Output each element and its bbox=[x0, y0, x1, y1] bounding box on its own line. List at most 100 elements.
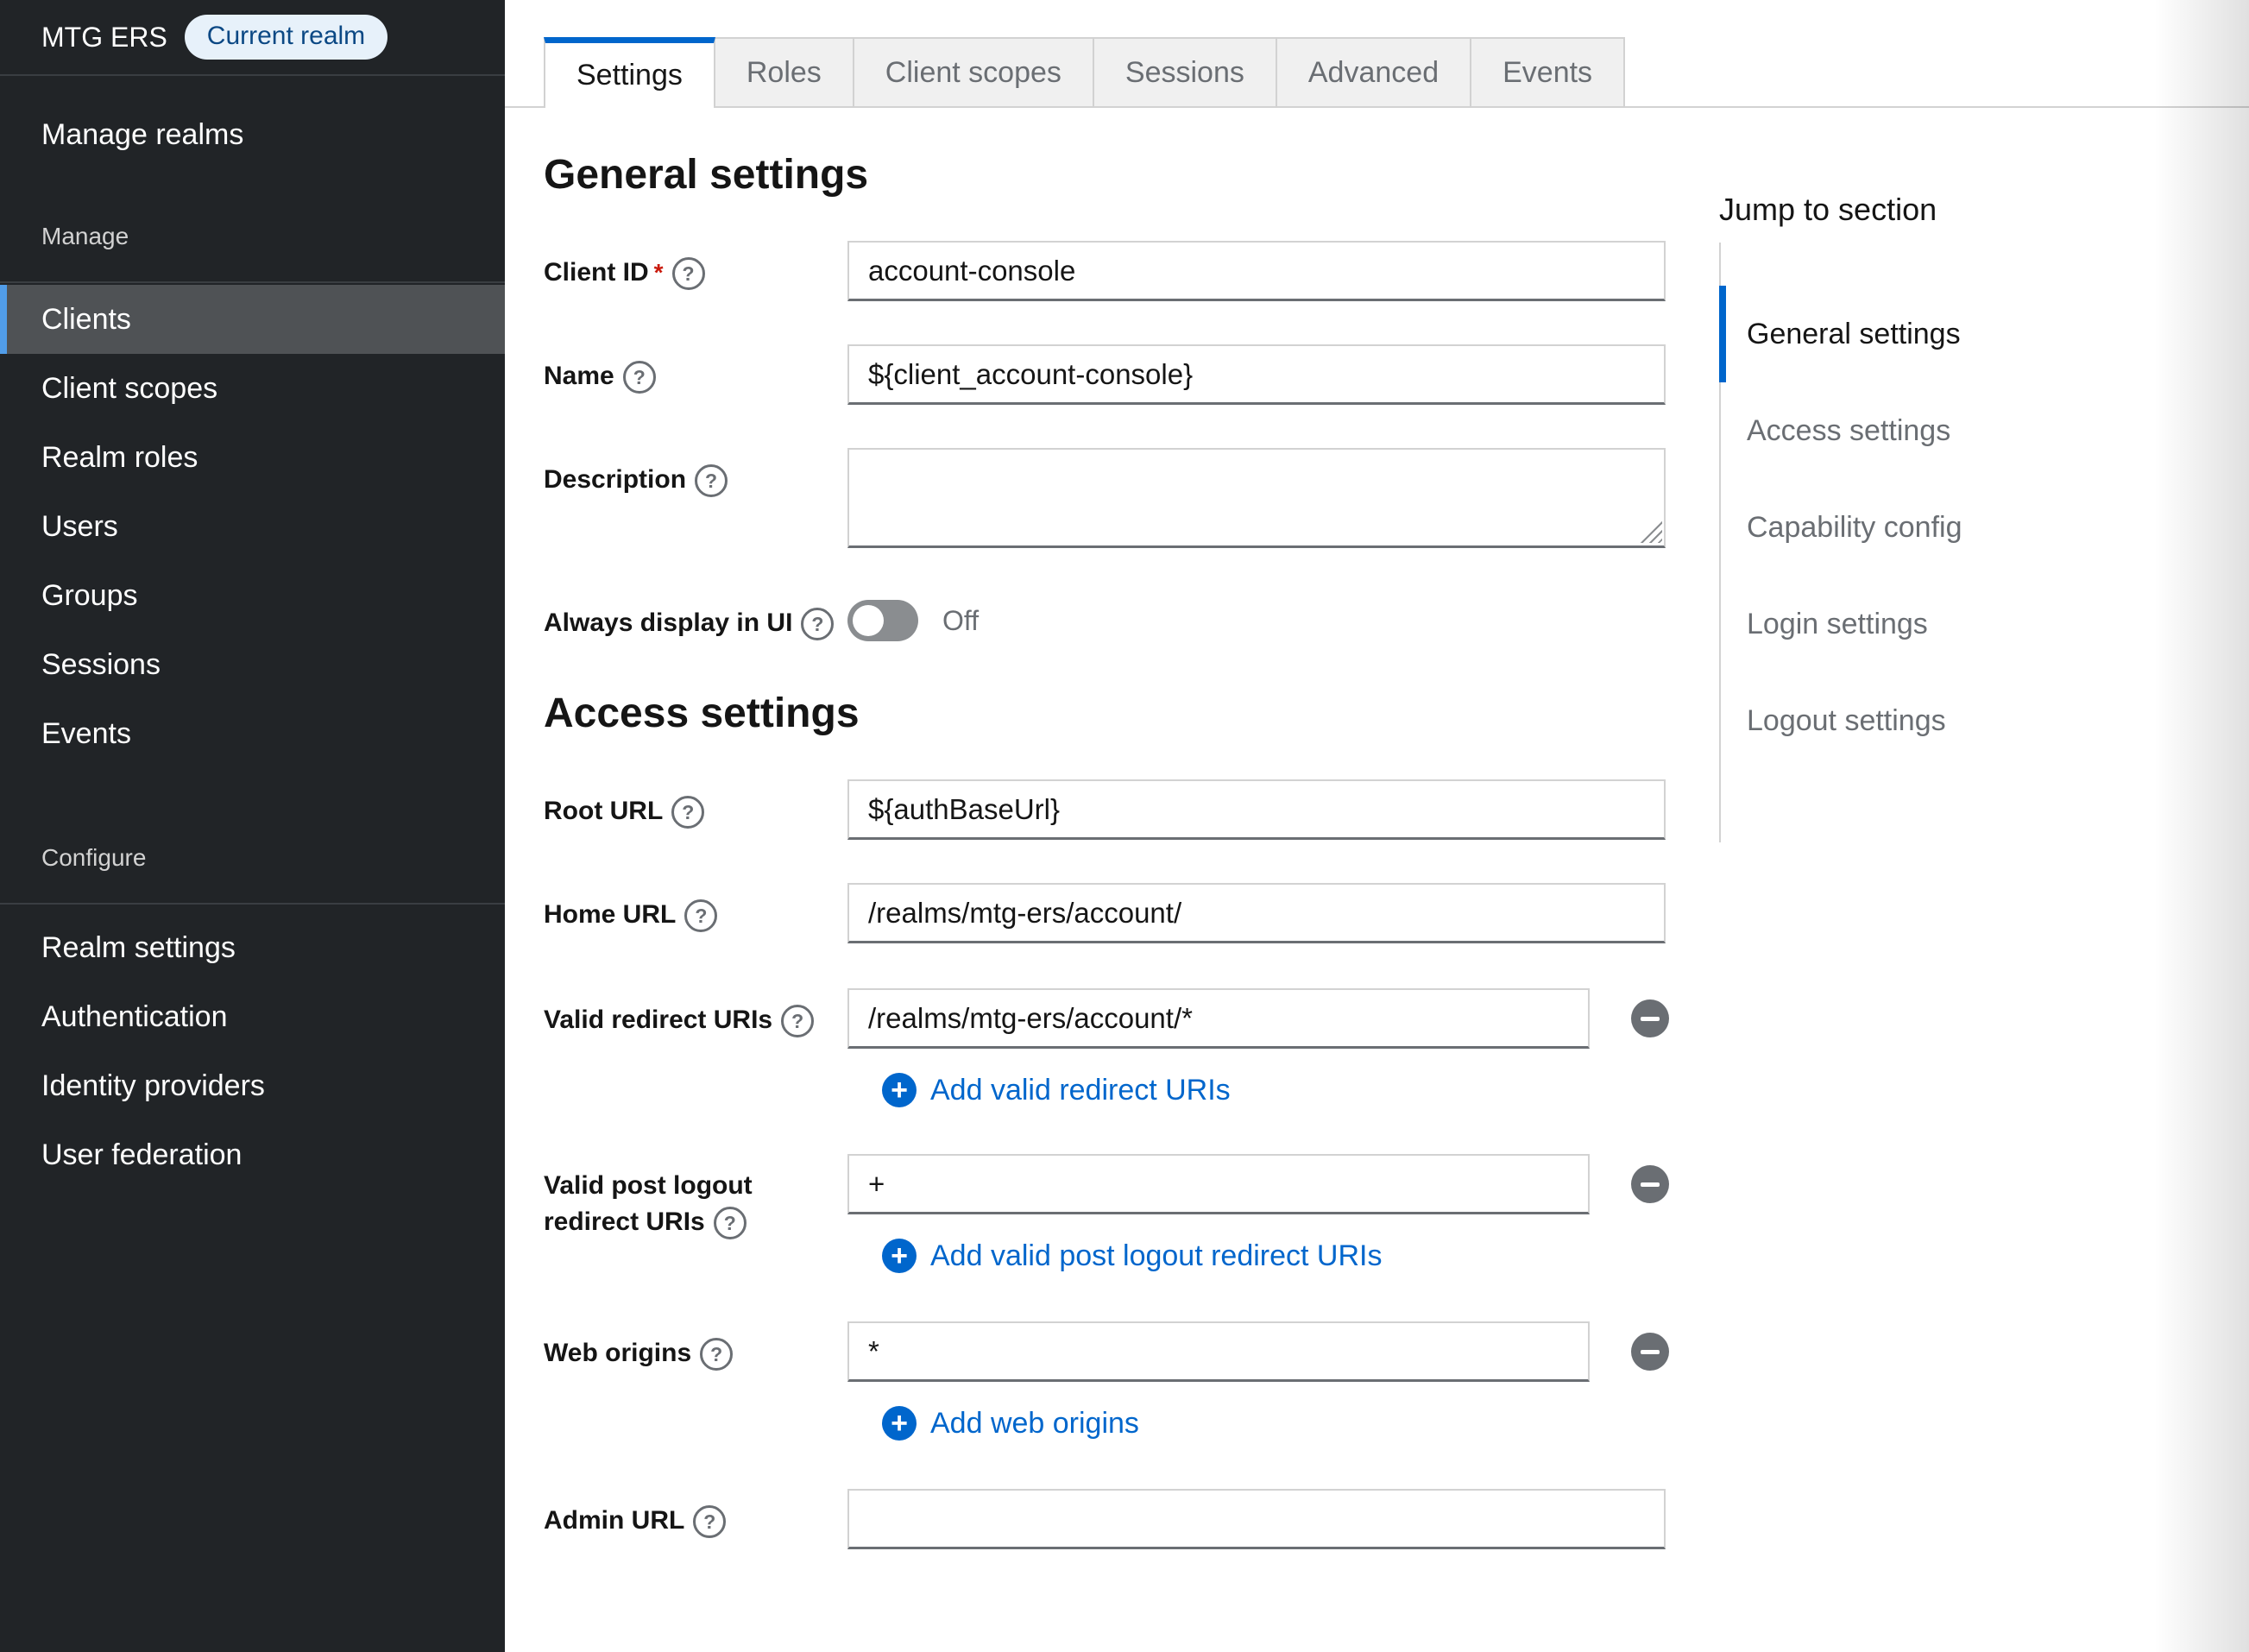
always-display-switch-line: Off bbox=[847, 591, 979, 641]
name-label: Name? bbox=[544, 344, 847, 405]
plus-circle-icon: + bbox=[882, 1239, 917, 1273]
name-input[interactable] bbox=[847, 344, 1666, 405]
client-settings-form: General settings Client ID*? Name? Descr… bbox=[544, 154, 1683, 1549]
help-icon[interactable]: ? bbox=[801, 608, 834, 640]
sidebar-item-realm-roles[interactable]: Realm roles bbox=[0, 423, 505, 492]
tab-sessions[interactable]: Sessions bbox=[1094, 37, 1277, 106]
general-settings-title: General settings bbox=[544, 154, 1683, 196]
tab-roles[interactable]: Roles bbox=[715, 37, 854, 106]
post-logout-uris-field: + Add valid post logout redirect URIs bbox=[847, 1154, 1669, 1277]
help-icon[interactable]: ? bbox=[695, 464, 728, 497]
sidebar-item-clients[interactable]: Clients bbox=[0, 285, 505, 354]
required-marker: * bbox=[654, 259, 664, 286]
jump-link-general-settings[interactable]: General settings bbox=[1719, 286, 2202, 382]
always-display-row: Always display in UI? Off bbox=[544, 591, 1683, 641]
home-url-input[interactable] bbox=[847, 883, 1666, 943]
post-logout-uris-row: Valid post logout redirect URIs? + Add v… bbox=[544, 1154, 1683, 1277]
nav-section-manage: Manage bbox=[0, 212, 505, 261]
home-url-row: Home URL? bbox=[544, 883, 1683, 943]
tab-events[interactable]: Events bbox=[1471, 37, 1625, 106]
help-icon[interactable]: ? bbox=[693, 1505, 726, 1538]
sidebar-item-user-federation[interactable]: User federation bbox=[0, 1120, 505, 1189]
sidebar-item-users[interactable]: Users bbox=[0, 492, 505, 561]
sidebar-item-sessions[interactable]: Sessions bbox=[0, 630, 505, 699]
settings-content: General settings Client ID*? Name? Descr… bbox=[505, 154, 2249, 1549]
sidebar-item-manage-realms[interactable]: Manage realms bbox=[0, 100, 505, 169]
uri-input-line bbox=[847, 1154, 1669, 1214]
web-origins-label: Web origins? bbox=[544, 1321, 847, 1444]
remove-uri-icon[interactable] bbox=[1631, 1333, 1669, 1371]
post-logout-uri-input[interactable] bbox=[847, 1154, 1590, 1214]
tab-client-scopes[interactable]: Client scopes bbox=[854, 37, 1094, 106]
realm-name: MTG ERS bbox=[41, 22, 167, 54]
web-origin-input[interactable] bbox=[847, 1321, 1590, 1382]
valid-redirect-uris-row: Valid redirect URIs? + Add valid redirec… bbox=[544, 988, 1683, 1111]
help-icon[interactable]: ? bbox=[671, 796, 704, 829]
root-url-row: Root URL? bbox=[544, 779, 1683, 840]
description-field bbox=[847, 448, 1666, 548]
always-display-toggle[interactable] bbox=[847, 600, 918, 641]
add-valid-redirect-uris-button[interactable]: + Add valid redirect URIs bbox=[882, 1069, 1669, 1111]
root-url-input[interactable] bbox=[847, 779, 1666, 840]
jump-to-section-panel: Jump to section General settings Access … bbox=[1719, 154, 2202, 842]
uri-input-line bbox=[847, 1321, 1669, 1382]
nav-section-configure: Configure bbox=[0, 834, 505, 882]
client-id-label: Client ID*? bbox=[544, 241, 847, 301]
plus-circle-icon: + bbox=[882, 1073, 917, 1107]
access-settings-title: Access settings bbox=[544, 693, 1683, 735]
help-icon[interactable]: ? bbox=[781, 1005, 814, 1037]
sidebar-item-authentication[interactable]: Authentication bbox=[0, 982, 505, 1051]
client-id-row: Client ID*? bbox=[544, 241, 1683, 301]
description-textarea[interactable] bbox=[847, 448, 1666, 548]
root-url-label: Root URL? bbox=[544, 779, 847, 840]
help-icon[interactable]: ? bbox=[623, 361, 656, 394]
post-logout-uris-label: Valid post logout redirect URIs? bbox=[544, 1154, 847, 1277]
help-icon[interactable]: ? bbox=[700, 1338, 733, 1371]
client-tabs: Settings Roles Client scopes Sessions Ad… bbox=[505, 37, 2249, 108]
admin-url-input[interactable] bbox=[847, 1489, 1666, 1549]
sidebar-item-groups[interactable]: Groups bbox=[0, 561, 505, 630]
sidebar-item-events[interactable]: Events bbox=[0, 699, 505, 768]
client-id-input[interactable] bbox=[847, 241, 1666, 301]
uri-input-line bbox=[847, 988, 1669, 1049]
help-icon[interactable]: ? bbox=[714, 1207, 747, 1239]
add-post-logout-uris-button[interactable]: + Add valid post logout redirect URIs bbox=[882, 1235, 1669, 1277]
nav-spacer bbox=[0, 169, 505, 212]
sidebar-item-realm-settings[interactable]: Realm settings bbox=[0, 913, 505, 982]
add-web-origins-button[interactable]: + Add web origins bbox=[882, 1403, 1669, 1444]
jump-link-logout-settings[interactable]: Logout settings bbox=[1721, 672, 2202, 769]
name-row: Name? bbox=[544, 344, 1683, 405]
toggle-state-label: Off bbox=[942, 605, 979, 637]
sidebar-nav: MTG ERS Current realm Manage realms Mana… bbox=[0, 0, 505, 1652]
description-label: Description? bbox=[544, 448, 847, 548]
remove-uri-icon[interactable] bbox=[1631, 1165, 1669, 1203]
sidebar-menu: Manage realms Manage Clients Client scop… bbox=[0, 76, 505, 1189]
valid-redirect-uri-input[interactable] bbox=[847, 988, 1590, 1049]
jump-links: General settings Access settings Capabil… bbox=[1719, 243, 2202, 842]
admin-url-label: Admin URL? bbox=[544, 1489, 847, 1549]
plus-circle-icon: + bbox=[882, 1406, 917, 1441]
configure-items: Realm settings Authentication Identity p… bbox=[0, 905, 505, 1189]
jump-to-section-title: Jump to section bbox=[1719, 194, 2202, 225]
tab-settings[interactable]: Settings bbox=[544, 37, 715, 108]
current-realm-badge: Current realm bbox=[185, 15, 387, 60]
jump-link-access-settings[interactable]: Access settings bbox=[1721, 382, 2202, 479]
remove-uri-icon[interactable] bbox=[1631, 999, 1669, 1037]
manage-items: Clients Client scopes Realm roles Users … bbox=[0, 283, 505, 768]
admin-url-row: Admin URL? bbox=[544, 1489, 1683, 1549]
always-display-label: Always display in UI? bbox=[544, 591, 847, 641]
toggle-knob bbox=[853, 605, 884, 636]
realm-header: MTG ERS Current realm bbox=[0, 0, 505, 76]
jump-link-capability-config[interactable]: Capability config bbox=[1721, 479, 2202, 576]
description-row: Description? bbox=[544, 448, 1683, 548]
nav-spacer bbox=[0, 768, 505, 834]
help-icon[interactable]: ? bbox=[672, 257, 705, 290]
help-icon[interactable]: ? bbox=[684, 899, 717, 932]
jump-link-login-settings[interactable]: Login settings bbox=[1721, 576, 2202, 672]
valid-redirect-uris-label: Valid redirect URIs? bbox=[544, 988, 847, 1111]
home-url-label: Home URL? bbox=[544, 883, 847, 943]
sidebar-item-identity-providers[interactable]: Identity providers bbox=[0, 1051, 505, 1120]
valid-redirect-uris-field: + Add valid redirect URIs bbox=[847, 988, 1669, 1111]
tab-advanced[interactable]: Advanced bbox=[1277, 37, 1471, 106]
sidebar-item-client-scopes[interactable]: Client scopes bbox=[0, 354, 505, 423]
